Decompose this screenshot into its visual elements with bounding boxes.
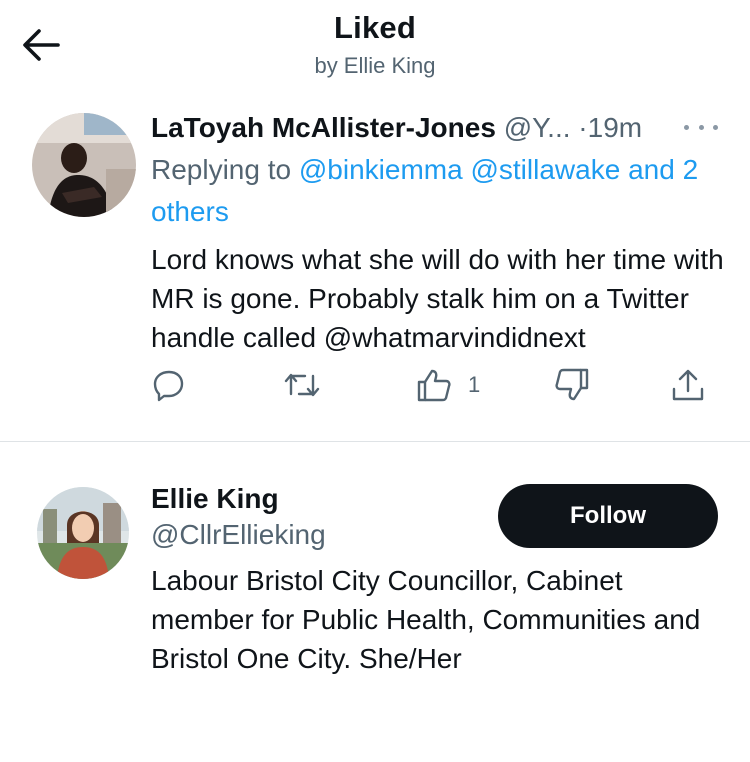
tweet-header: LaToyah McAllister-Jones @Y... ·19m xyxy=(151,111,731,145)
more-icon xyxy=(684,124,689,130)
avatar-photo xyxy=(37,487,129,579)
user-handle[interactable]: @CllrEllieking xyxy=(151,518,326,552)
replying-to-label: Replying to xyxy=(151,154,292,185)
tweet-separator: · xyxy=(578,112,588,143)
retweet-button[interactable] xyxy=(283,365,321,405)
page-subtitle: by Ellie King xyxy=(314,53,436,78)
page-title: Liked xyxy=(334,10,416,45)
reply-button[interactable] xyxy=(152,365,186,405)
user-bio: Labour Bristol City Councillor, Cabinet … xyxy=(151,565,701,674)
dislike-button[interactable] xyxy=(554,365,590,405)
tweet-author-avatar[interactable] xyxy=(32,113,136,217)
tweet-author-name[interactable]: LaToyah McAllister-Jones xyxy=(151,112,496,143)
follow-button[interactable]: Follow xyxy=(498,484,718,548)
more-icon-dot xyxy=(713,124,718,130)
reply-icon xyxy=(153,370,184,402)
tweet-timestamp[interactable]: 19m xyxy=(588,112,642,143)
like-count: 1 xyxy=(468,372,481,397)
mention-link[interactable]: @binkiemma xyxy=(299,154,463,185)
share-icon xyxy=(672,369,704,401)
replying-to: Replying to @binkiemma @stillawake and 2… xyxy=(151,149,721,233)
replying-and[interactable]: and xyxy=(628,154,675,185)
retweet-icon xyxy=(284,373,320,397)
like-icon xyxy=(417,369,451,402)
tweet-author-handle[interactable]: @Y... xyxy=(504,112,571,143)
mention-link[interactable]: @stillawake xyxy=(470,154,620,185)
user-name[interactable]: Ellie King xyxy=(151,482,279,516)
dislike-icon xyxy=(555,368,589,401)
tweet[interactable]: LaToyah McAllister-Jones @Y... ·19m Repl… xyxy=(0,95,750,440)
user-cell[interactable]: Ellie King @CllrEllieking Follow Labour … xyxy=(0,442,750,692)
more-icon-dot xyxy=(698,124,704,130)
header: Liked by Ellie King xyxy=(0,0,750,95)
user-avatar[interactable] xyxy=(37,487,129,579)
like-button[interactable]: 1 xyxy=(416,365,480,405)
more-options-button[interactable] xyxy=(684,117,718,137)
avatar-photo xyxy=(32,113,136,217)
tweet-text: Lord knows what she will do with her tim… xyxy=(151,244,724,353)
liked-by-page: Liked by Ellie King LaToyah McAllister-J… xyxy=(0,0,750,762)
share-button[interactable] xyxy=(670,365,706,405)
